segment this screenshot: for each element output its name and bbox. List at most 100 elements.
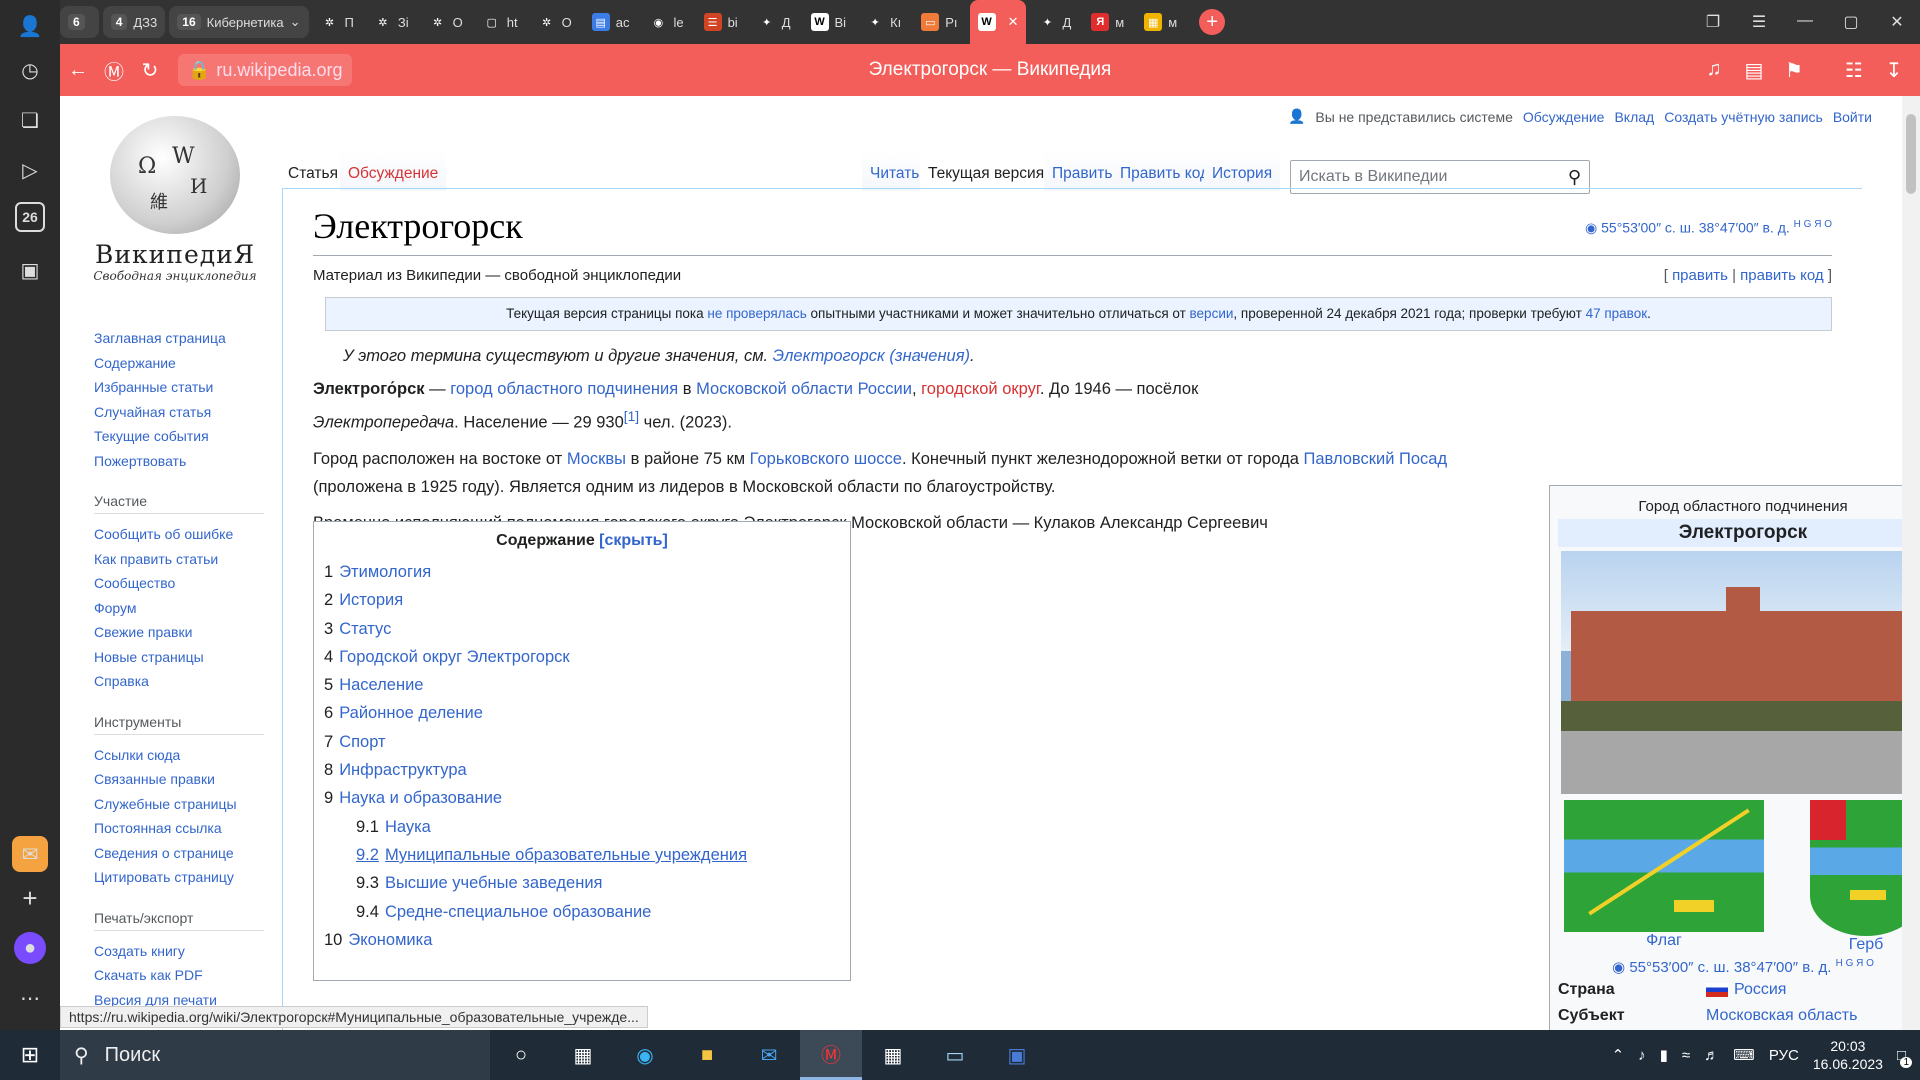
talk-link[interactable]: Обсуждение: [1523, 109, 1605, 125]
toc-item[interactable]: 8 Инфраструктура: [324, 756, 840, 784]
coordinates[interactable]: ◉ 55°53′00″ с. ш. 38°47′00″ в. д. H G Я …: [1585, 219, 1832, 237]
toc-link[interactable]: Средне-специальное образование: [385, 903, 651, 921]
menu-icon[interactable]: ☰: [1736, 12, 1782, 32]
sidebar-link[interactable]: Пожертвовать: [94, 449, 264, 474]
coords-services[interactable]: H G Я O: [1794, 219, 1832, 230]
toc-link[interactable]: История: [339, 591, 403, 609]
sidebar-link[interactable]: Избранные статьи: [94, 375, 264, 400]
browser-tab[interactable]: 6: [60, 6, 99, 38]
tab-talk[interactable]: Обсуждение: [340, 151, 447, 191]
microphone-icon[interactable]: ♪: [1638, 1047, 1646, 1064]
browser-tab[interactable]: Ям: [1083, 6, 1132, 38]
coat-caption[interactable]: Герб: [1849, 936, 1884, 953]
new-tab-icon[interactable]: +: [1199, 9, 1226, 35]
reload-icon[interactable]: ↻: [132, 58, 168, 83]
tab-edit[interactable]: Править: [1044, 151, 1121, 191]
toc-item[interactable]: 4 Городской округ Электрогорск: [324, 643, 840, 671]
tabs-overview-icon[interactable]: ❐: [1690, 12, 1736, 32]
sidebar-link[interactable]: Сообщить об ошибке: [94, 522, 264, 547]
browser-tab[interactable]: ✲ О: [421, 6, 471, 38]
toc-link[interactable]: Экономика: [348, 931, 432, 949]
sidebar-link[interactable]: Сведения о странице: [94, 841, 264, 866]
browser-tab[interactable]: ✲ О: [530, 6, 580, 38]
sidebar-link[interactable]: Текущие события: [94, 424, 264, 449]
notice-link-edits[interactable]: 47 правок: [1586, 306, 1648, 321]
sidebar-link[interactable]: Создать книгу: [94, 939, 264, 964]
edit-code-link[interactable]: править код: [1740, 267, 1824, 284]
yandex-browser-icon[interactable]: Ⓜ: [800, 1030, 862, 1080]
chevron-down-icon[interactable]: ⌄: [290, 14, 301, 30]
browser-tab[interactable]: ▭ Pı: [913, 6, 965, 38]
lock-icon[interactable]: 🔒: [188, 60, 210, 81]
cortana-icon[interactable]: ○: [490, 1030, 552, 1080]
tab-current-version[interactable]: Текущая версия: [920, 151, 1053, 191]
notes-icon[interactable]: ▭: [924, 1030, 986, 1080]
wiki-logo[interactable]: Ω W И 維 ВикипедиЯ Свободная энциклопедия: [85, 116, 265, 286]
login-link[interactable]: Войти: [1833, 109, 1872, 125]
play-icon[interactable]: ▷: [12, 152, 48, 188]
toc-hide-link[interactable]: [скрыть]: [599, 532, 668, 549]
browser-tab[interactable]: ✲ Зі: [366, 6, 417, 38]
toc-link[interactable]: Муниципальные образовательные учреждения: [385, 846, 747, 864]
notice-link-unchecked[interactable]: не проверялась: [707, 306, 806, 321]
toc-item[interactable]: 2 История: [324, 586, 840, 614]
profile-icon[interactable]: 👤: [12, 8, 48, 44]
toc-link[interactable]: Наука: [385, 818, 431, 836]
toc-item[interactable]: 9.2 Муниципальные образовательные учрежде…: [324, 841, 840, 869]
sidebar-link[interactable]: Связанные правки: [94, 767, 264, 792]
page-scrollbar[interactable]: [1902, 96, 1920, 1030]
sidebar-link[interactable]: Ссылки сюда: [94, 743, 264, 768]
toc-link[interactable]: Спорт: [339, 733, 385, 751]
tab-article[interactable]: Статья: [280, 151, 346, 191]
collections-icon[interactable]: ❏: [12, 102, 48, 138]
toc-item[interactable]: 1 Этимология: [324, 558, 840, 586]
more-icon[interactable]: ⋯: [12, 980, 48, 1016]
back-icon[interactable]: ←: [60, 59, 96, 82]
toc-item[interactable]: 9.3 Высшие учебные заведения: [324, 869, 840, 897]
browser-tab[interactable]: W Bi: [803, 6, 855, 38]
infobox-value[interactable]: Московская область: [1706, 1004, 1857, 1030]
sidebar-link[interactable]: Случайная статья: [94, 400, 264, 425]
download-icon[interactable]: ↧: [1876, 58, 1912, 83]
browser-tab[interactable]: W ✕: [969, 0, 1027, 44]
toc-item[interactable]: 10 Экономика: [324, 926, 840, 954]
headphones-icon[interactable]: ♫: [1696, 58, 1732, 83]
browser-tab[interactable]: ✲ П: [313, 6, 362, 38]
toc-link[interactable]: Этимология: [339, 563, 431, 581]
browser-tab[interactable]: 4 ДЗ3: [102, 6, 166, 38]
toc-item[interactable]: 9.4 Средне-специальное образование: [324, 898, 840, 926]
reference-link[interactable]: [1]: [624, 409, 639, 424]
explorer-icon[interactable]: ■: [676, 1030, 738, 1080]
toc-link[interactable]: Высшие учебные заведения: [385, 874, 603, 892]
add-panel-icon[interactable]: +: [12, 880, 48, 916]
link[interactable]: Московской области: [696, 380, 853, 398]
toc-item[interactable]: 9.1 Наука: [324, 813, 840, 841]
sidebar-link[interactable]: Заглавная страница: [94, 326, 264, 351]
tray-chevron-icon[interactable]: ⌃: [1612, 1046, 1625, 1064]
coat-of-arms-image[interactable]: [1810, 800, 1902, 936]
browser-tab[interactable]: ✦ Д: [1030, 6, 1079, 38]
language-indicator[interactable]: РУС: [1769, 1047, 1799, 1064]
city-photo[interactable]: [1561, 551, 1902, 794]
browser-tab[interactable]: ☰ bi: [696, 6, 746, 38]
calculator-icon[interactable]: ▦: [862, 1030, 924, 1080]
infobox-value[interactable]: Россия: [1706, 978, 1786, 1002]
sidebar-link[interactable]: Сообщество: [94, 571, 264, 596]
toc-link[interactable]: Наука и образование: [339, 789, 502, 807]
tab-edit-code[interactable]: Править код: [1112, 151, 1218, 191]
toc-link[interactable]: Городской округ Электрогорск: [339, 648, 569, 666]
create-account-link[interactable]: Создать учётную запись: [1664, 109, 1823, 125]
clock[interactable]: 20:03 16.06.2023: [1813, 1037, 1883, 1073]
edge-icon[interactable]: ◉: [614, 1030, 676, 1080]
url-field[interactable]: 🔒 ru.wikipedia.org: [178, 54, 353, 86]
screenshot-icon[interactable]: ▣: [12, 252, 48, 288]
taskbar-search[interactable]: ⚲ Поиск: [60, 1030, 490, 1080]
bookmark-icon[interactable]: ⚑: [1776, 58, 1812, 83]
notice-link-version[interactable]: версии: [1190, 306, 1234, 321]
browser-tab[interactable]: 16 Кибернетика ⌄: [169, 6, 309, 38]
redlink[interactable]: городской округ: [921, 380, 1040, 398]
scrollbar-thumb[interactable]: [1906, 114, 1916, 194]
sidebar-link[interactable]: Служебные страницы: [94, 792, 264, 817]
link[interactable]: Павловский Посад: [1304, 450, 1448, 468]
calendar-icon[interactable]: 26: [15, 202, 45, 232]
